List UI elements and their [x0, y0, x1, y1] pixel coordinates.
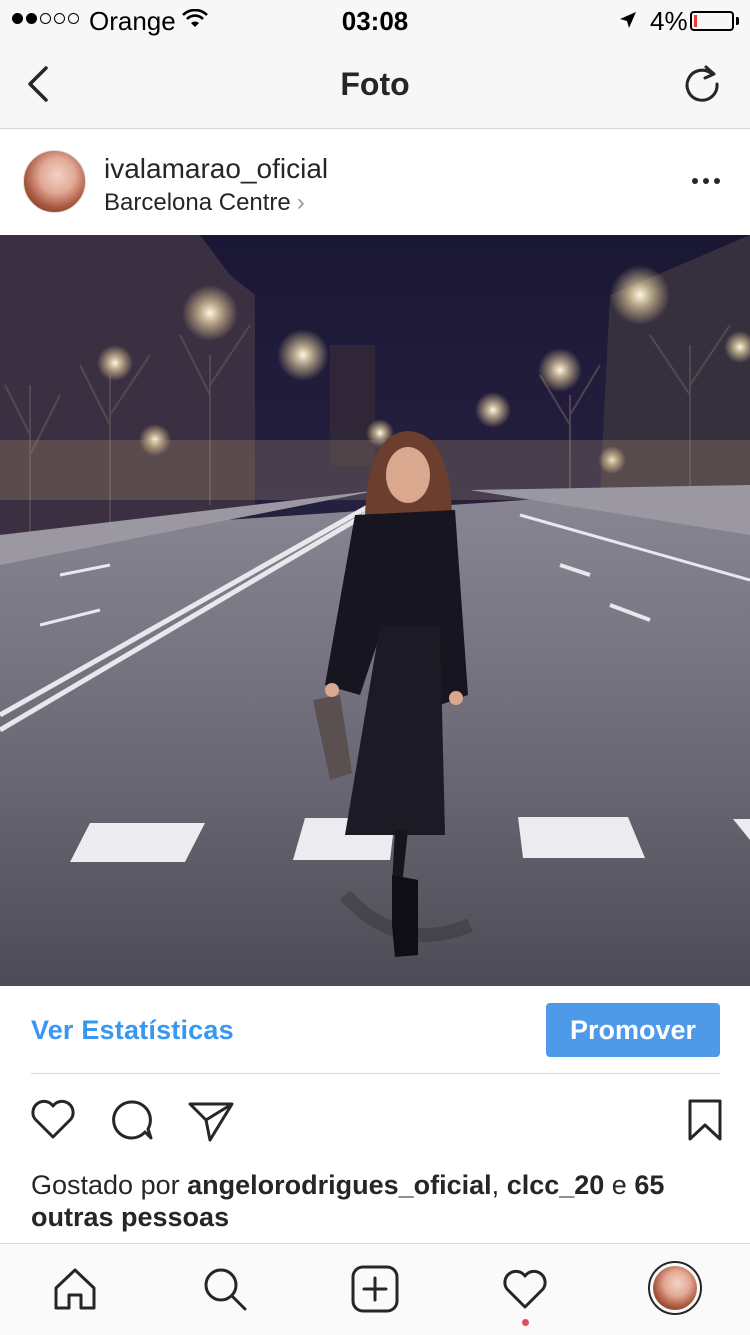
liker-username[interactable]: clcc_20	[507, 1170, 605, 1200]
tab-bar	[0, 1243, 750, 1335]
bookmark-icon[interactable]	[680, 1094, 730, 1144]
post-actions	[0, 1094, 750, 1154]
battery-icon	[690, 11, 734, 31]
post-username[interactable]: ivalamarao_oficial	[104, 153, 328, 185]
divider	[31, 1073, 720, 1074]
home-icon[interactable]	[50, 1264, 100, 1314]
notification-dot	[522, 1319, 529, 1326]
view-stats-link[interactable]: Ver Estatísticas	[31, 1015, 234, 1046]
navigation-bar: Foto	[0, 40, 750, 129]
heart-icon[interactable]	[28, 1094, 78, 1144]
search-icon[interactable]	[200, 1264, 250, 1314]
promote-button[interactable]: Promover	[546, 1003, 720, 1057]
more-options-icon[interactable]	[690, 169, 722, 193]
profile-tab-avatar[interactable]	[648, 1261, 702, 1315]
status-bar: Orange 03:08 4%	[0, 0, 750, 40]
location-label: Barcelona Centre	[104, 189, 291, 216]
avatar[interactable]	[23, 150, 86, 213]
location-services-icon	[620, 12, 636, 28]
battery-percentage: 4%	[650, 6, 688, 36]
post-photo[interactable]	[0, 235, 750, 986]
post-header: ivalamarao_oficial Barcelona Centre ›	[0, 129, 750, 235]
add-icon[interactable]	[350, 1264, 400, 1314]
page-title: Foto	[340, 66, 410, 102]
refresh-icon[interactable]	[680, 62, 724, 106]
stats-row: Ver Estatísticas Promover	[0, 987, 750, 1073]
post-location[interactable]: Barcelona Centre ›	[104, 189, 305, 217]
post-photo-image	[0, 235, 750, 986]
send-icon[interactable]	[186, 1094, 236, 1144]
liker-username[interactable]: angelorodrigues_oficial	[187, 1170, 492, 1200]
location-chevron-icon: ›	[296, 189, 305, 216]
likes-prefix: Gostado por	[31, 1170, 188, 1200]
likes-summary: Gostado por angelorodrigues_oficial, clc…	[31, 1170, 665, 1232]
comment-icon[interactable]	[107, 1094, 157, 1144]
activity-heart-icon[interactable]	[500, 1264, 550, 1314]
